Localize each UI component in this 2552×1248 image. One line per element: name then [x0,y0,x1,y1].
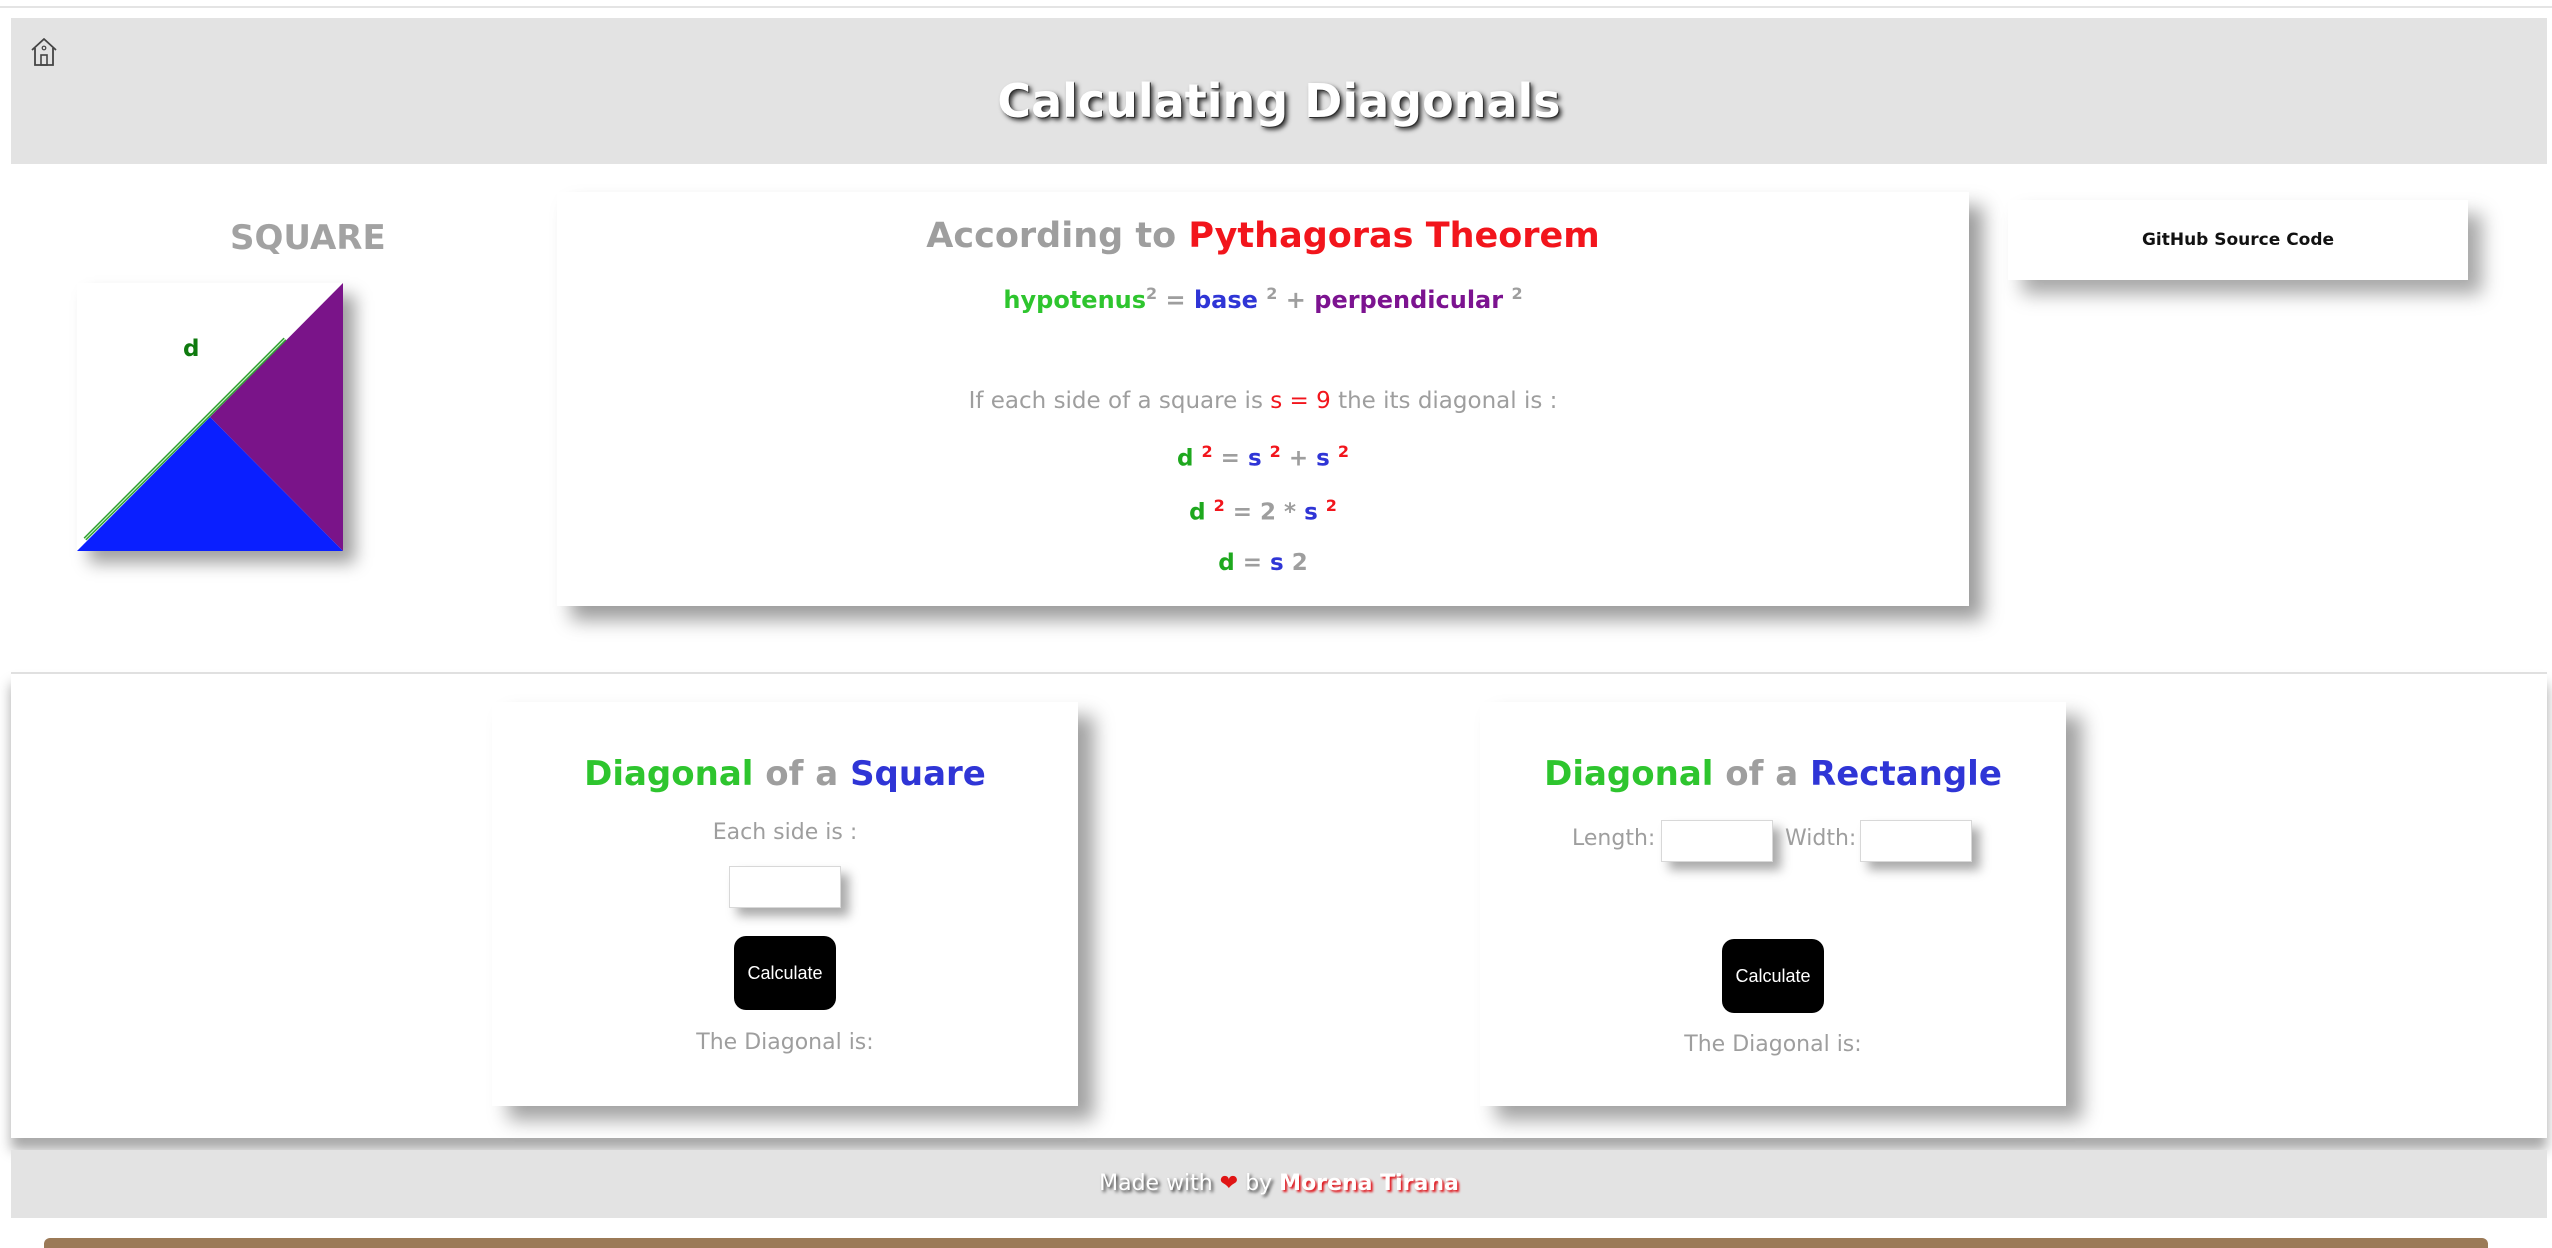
shape-title: SQUARE [230,218,386,258]
calculate-rectangle-button[interactable]: Calculate [1722,939,1824,1013]
page-header: Calculating Diagonals [11,18,2547,164]
top-border-line [0,6,2552,8]
theorem-explanation: If each side of a square is s = 9 the it… [968,388,1558,414]
rectangle-calculator-card: Diagonal of a Rectangle Length: Width: C… [1480,702,2066,1106]
square-result-label: The Diagonal is: [696,1030,874,1055]
side-label: Each side is : [712,820,858,845]
window-bottom-edge [44,1238,2488,1248]
side-input[interactable] [729,866,841,908]
equation-3: d = s 2 [1218,550,1308,576]
width-input[interactable] [1860,820,1972,862]
rectangle-card-title: Diagonal of a Rectangle [1544,754,2002,794]
rectangle-result-label: The Diagonal is: [1684,1032,1862,1057]
length-input[interactable] [1661,820,1773,862]
page-footer: Made with ❤ by Morena Tirana [11,1150,2547,1218]
square-diagram: d [77,283,343,551]
width-label: Width: [1785,826,1857,851]
equation-1: d 2 = s 2 + s 2 [1177,442,1349,472]
author-link[interactable]: Morena Tirana [1279,1171,1459,1196]
square-diagram-svg [77,283,343,551]
heart-icon: ❤ [1219,1171,1239,1196]
square-card-title: Diagonal of a Square [584,754,986,794]
equation-2: d 2 = 2 * s 2 [1189,496,1337,526]
theorem-card: According to Pythagoras Theorem hypotenu… [557,192,1969,606]
calculate-square-button[interactable]: Calculate [734,936,836,1010]
pythagoras-formula: hypotenus2 = base 2 + perpendicular 2 [1003,284,1523,314]
length-label: Length: [1572,826,1656,851]
calculator-section: Diagonal of a Square Each side is : Calc… [11,672,2547,1138]
diagonal-label: d [183,336,200,362]
page-title: Calculating Diagonals [997,74,1561,128]
home-icon[interactable] [27,34,61,70]
github-source-button[interactable]: GitHub Source Code [2008,200,2468,280]
theorem-title: According to Pythagoras Theorem [926,216,1600,256]
square-calculator-card: Diagonal of a Square Each side is : Calc… [492,702,1078,1106]
